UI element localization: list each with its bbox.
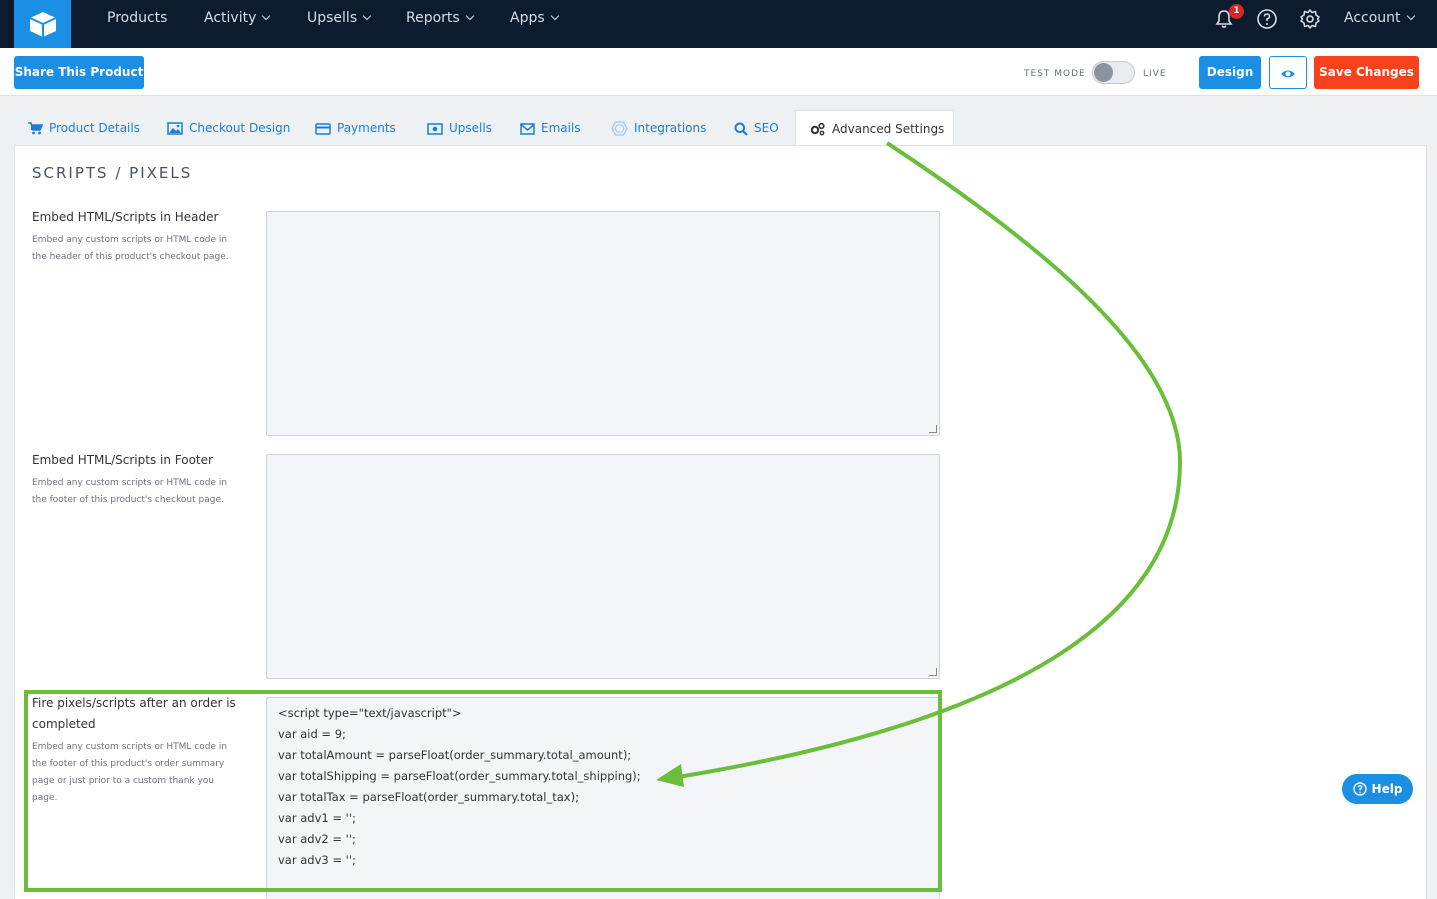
design-button[interactable]: Design bbox=[1199, 56, 1261, 89]
tab-seo[interactable]: SEO bbox=[734, 112, 779, 145]
tab-advanced-settings[interactable]: Advanced Settings bbox=[795, 110, 954, 147]
tab-seo-label: SEO bbox=[754, 121, 779, 135]
nav-products[interactable]: Products bbox=[107, 0, 167, 48]
envelope-icon bbox=[520, 122, 535, 135]
header-scripts-textarea[interactable] bbox=[266, 211, 940, 436]
tab-payments-label: Payments bbox=[337, 121, 396, 135]
resize-grip-icon[interactable] bbox=[929, 668, 937, 676]
help-button-label: Help bbox=[1371, 782, 1403, 796]
tab-product-details-label: Product Details bbox=[49, 121, 140, 135]
search-icon bbox=[734, 122, 748, 136]
preview-button[interactable] bbox=[1269, 56, 1307, 89]
tab-checkout-design[interactable]: Checkout Design bbox=[167, 112, 290, 145]
header-scripts-label: Embed HTML/Scripts in Header bbox=[32, 210, 219, 224]
test-mode-label: TEST MODE bbox=[1024, 69, 1086, 79]
tab-integrations[interactable]: Integrations bbox=[611, 112, 706, 145]
nav-reports[interactable]: Reports bbox=[406, 0, 474, 48]
chevron-down-icon bbox=[262, 11, 271, 21]
help-circle-icon[interactable] bbox=[1256, 8, 1278, 30]
nav-products-label: Products bbox=[107, 10, 168, 26]
nav-apps-label: Apps bbox=[510, 10, 545, 26]
chevron-down-icon bbox=[1406, 11, 1415, 21]
tab-product-details[interactable]: Product Details bbox=[28, 112, 140, 145]
nav-reports-label: Reports bbox=[406, 10, 460, 26]
chevron-down-icon bbox=[550, 11, 559, 21]
credit-card-icon bbox=[315, 122, 331, 135]
share-product-button[interactable]: Share This Product bbox=[14, 56, 144, 89]
money-icon bbox=[427, 122, 443, 135]
tab-payments[interactable]: Payments bbox=[315, 112, 396, 145]
nav-apps[interactable]: Apps bbox=[510, 0, 559, 48]
tab-upsells[interactable]: Upsells bbox=[427, 112, 492, 145]
hexagon-icon bbox=[611, 121, 628, 136]
help-circle-icon bbox=[1352, 782, 1367, 796]
live-mode-label: LIVE bbox=[1143, 69, 1167, 79]
section-title: SCRIPTS / PIXELS bbox=[32, 164, 193, 182]
image-icon bbox=[167, 122, 183, 135]
chevron-down-icon bbox=[465, 11, 474, 21]
header-scripts-help-line-2: the header of this product's checkout pa… bbox=[32, 252, 229, 262]
resize-grip-icon[interactable] bbox=[929, 425, 937, 433]
footer-scripts-help-line-2: the footer of this product's checkout pa… bbox=[32, 495, 224, 505]
tab-upsells-label: Upsells bbox=[449, 121, 492, 135]
footer-scripts-label: Embed HTML/Scripts in Footer bbox=[32, 453, 213, 467]
tab-advanced-settings-label: Advanced Settings bbox=[832, 122, 945, 136]
footer-scripts-help-line-1: Embed any custom scripts or HTML code in bbox=[32, 478, 228, 488]
eye-icon bbox=[1281, 70, 1295, 78]
chevron-down-icon bbox=[362, 11, 372, 21]
tab-emails-label: Emails bbox=[541, 121, 581, 135]
gear-icon[interactable] bbox=[1299, 8, 1321, 30]
app-logo[interactable] bbox=[14, 0, 71, 48]
top-navigation: Products Activity Upsells Reports Apps 1… bbox=[0, 0, 1437, 48]
cart-icon bbox=[28, 122, 43, 135]
mode-toggle[interactable] bbox=[1092, 61, 1135, 84]
nav-activity[interactable]: Activity bbox=[204, 0, 271, 48]
footer-scripts-textarea[interactable] bbox=[266, 454, 940, 679]
nav-activity-label: Activity bbox=[204, 10, 257, 26]
box-logo-icon bbox=[29, 12, 56, 37]
tab-integrations-label: Integrations bbox=[634, 121, 707, 135]
nav-upsells[interactable]: Upsells bbox=[307, 0, 372, 48]
account-label: Account bbox=[1344, 10, 1401, 26]
tab-checkout-design-label: Checkout Design bbox=[189, 121, 291, 135]
nav-upsells-label: Upsells bbox=[307, 10, 358, 26]
help-button[interactable]: Help bbox=[1342, 774, 1413, 804]
account-menu[interactable]: Account bbox=[1344, 0, 1415, 48]
gears-icon bbox=[810, 122, 825, 136]
header-scripts-help-line-1: Embed any custom scripts or HTML code in bbox=[32, 235, 228, 245]
tab-emails[interactable]: Emails bbox=[520, 112, 581, 145]
annotation-highlight-box bbox=[24, 690, 942, 892]
save-changes-button[interactable]: Save Changes bbox=[1314, 56, 1419, 89]
toggle-knob bbox=[1094, 63, 1113, 82]
notification-badge: 1 bbox=[1229, 4, 1244, 19]
